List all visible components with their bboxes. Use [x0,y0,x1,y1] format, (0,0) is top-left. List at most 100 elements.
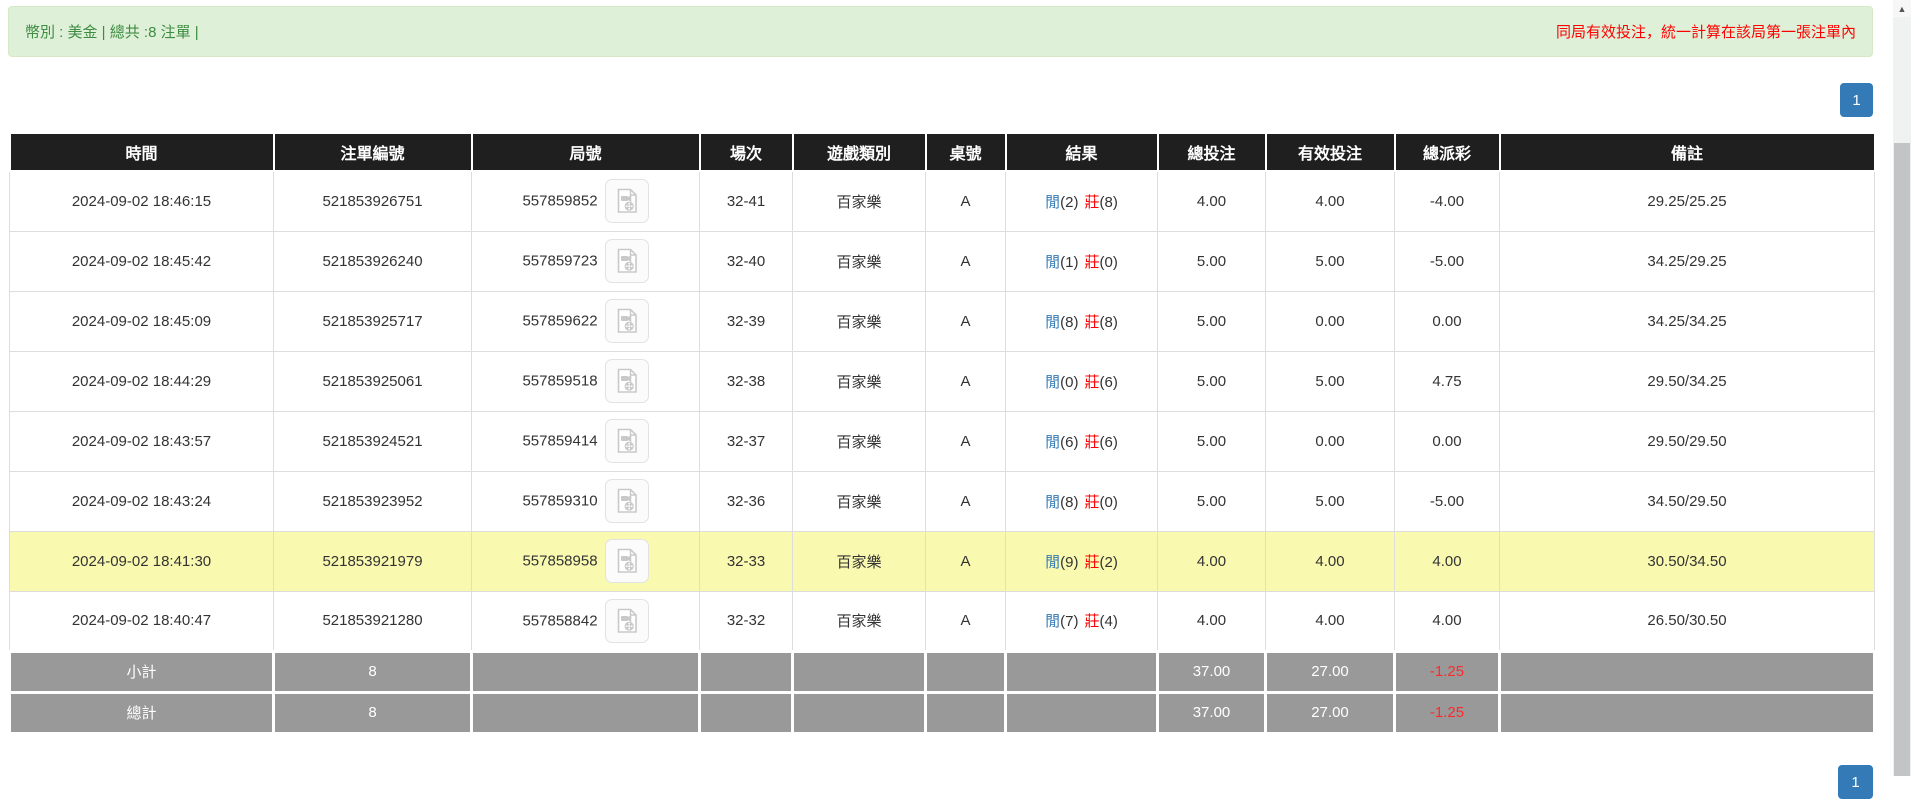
cell-result: 閒(7) 莊(4) [1005,590,1158,652]
summary-empty [924,690,1007,735]
video-icon [617,188,637,214]
cell-order-no: 521853926240 [273,230,472,292]
page-button-1[interactable]: 1 [1840,83,1873,117]
cell-order-no: 521853925717 [273,290,472,352]
summary-empty [470,690,701,735]
result-player-score: (9) [1060,553,1079,571]
video-button[interactable] [604,239,649,283]
result-player-label: 閒 [1045,613,1061,630]
cell-round-no: 557858842 [471,590,700,652]
cell-table-no: A [925,590,1006,652]
cell-session: 32-41 [699,170,793,232]
column-header-round-no: 局號 [470,134,701,172]
result-banker-label: 莊 [1084,493,1100,511]
cell-remark: 34.25/29.25 [1499,230,1875,292]
pagination-top: 1 [8,83,1873,117]
summary-row-subtotal: 小計 8 37.00 27.00 -1.25 [8,649,1876,694]
video-button[interactable] [604,419,649,463]
cell-total-bet-link[interactable]: 4.00 [1157,530,1266,592]
cell-game-type: 百家樂 [792,530,926,592]
scroll-up-arrow-icon[interactable]: ▲ [1893,0,1911,17]
result-banker-score: (2) [1099,553,1118,571]
cell-total-bet-link[interactable]: 5.00 [1157,470,1266,532]
result-player-score: (0) [1060,373,1079,391]
cell-order-no: 521853926751 [273,170,472,232]
page-button-1-bottom[interactable]: 1 [1838,765,1873,799]
cell-session: 32-37 [699,410,793,472]
summary-count: 8 [272,690,473,735]
video-button[interactable] [604,299,649,343]
result-player-label: 閒 [1045,373,1061,391]
cell-order-no: 521853925061 [273,350,472,412]
cell-total-bet-link[interactable]: 5.00 [1157,290,1266,352]
result-player-label: 閒 [1045,493,1061,511]
summary-label: 小計 [8,649,275,694]
cell-remark: 29.25/25.25 [1499,170,1875,232]
cell-table-no: A [925,230,1006,292]
cell-time: 2024-09-02 18:40:47 [9,590,274,652]
video-button[interactable] [604,598,649,643]
cell-time: 2024-09-02 18:45:09 [9,290,274,352]
result-player-score: (8) [1060,313,1079,331]
column-header-total-bet: 總投注 [1156,134,1267,172]
cell-game-type: 百家樂 [792,410,926,472]
cell-payout: 4.00 [1394,530,1500,592]
cell-time: 2024-09-02 18:41:30 [9,530,274,592]
video-button[interactable] [604,359,649,403]
cell-round-no: 557858958 [471,530,700,592]
round-no-value: 557858842 [522,612,598,629]
cell-remark: 34.25/34.25 [1499,290,1875,352]
round-no-value: 557858958 [522,552,598,570]
summary-payout: -1.25 [1393,649,1501,694]
result-player-score: (8) [1060,493,1079,511]
cell-result: 閒(0) 莊(6) [1005,350,1158,412]
summary-empty [698,649,794,694]
cell-game-type: 百家樂 [792,290,926,352]
cell-round-no: 557859310 [471,470,700,532]
scrollbar[interactable]: ▲ [1893,0,1911,776]
result-player-score: (2) [1060,193,1079,211]
video-button[interactable] [604,479,649,523]
cell-game-type: 百家樂 [792,350,926,412]
cell-round-no: 557859622 [471,290,700,352]
cell-total-bet-link[interactable]: 5.00 [1157,410,1266,472]
table-row: 2024-09-02 18:40:47 521853921280 557858842… [9,590,1875,652]
cell-table-no: A [925,530,1006,592]
cell-result: 閒(8) 莊(8) [1005,290,1158,352]
video-button[interactable] [604,539,649,583]
cell-total-bet-link[interactable]: 5.00 [1157,230,1266,292]
cell-remark: 29.50/29.50 [1499,410,1875,472]
cell-valid-bet: 4.00 [1265,530,1395,592]
summary-empty [1004,690,1159,735]
scrollbar-thumb[interactable] [1894,143,1910,776]
table-row: 2024-09-02 18:43:24 521853923952 557859310… [9,470,1875,532]
cell-valid-bet: 0.00 [1265,410,1395,472]
column-header-payout: 總派彩 [1393,134,1501,172]
video-icon [617,368,637,393]
result-banker-label: 莊 [1084,193,1100,211]
video-icon [617,308,637,333]
cell-total-bet-link[interactable]: 4.00 [1157,170,1266,232]
summary-label: 總計 [8,690,275,735]
summary-total-bet: 37.00 [1156,649,1267,694]
cell-time: 2024-09-02 18:43:57 [9,410,274,472]
cell-total-bet-link[interactable]: 4.00 [1157,590,1266,652]
table-row: 2024-09-02 18:43:57 521853924521 557859414… [9,410,1875,472]
cell-game-type: 百家樂 [792,230,926,292]
cell-payout: -5.00 [1394,470,1500,532]
summary-empty [791,690,927,735]
cell-order-no: 521853921280 [273,590,472,652]
cell-round-no: 557859414 [471,410,700,472]
cell-order-no: 521853923952 [273,470,472,532]
summary-empty [698,690,794,735]
cell-total-bet-link[interactable]: 5.00 [1157,350,1266,412]
video-button[interactable] [604,179,649,224]
cell-payout: -4.00 [1394,170,1500,232]
cell-time: 2024-09-02 18:45:42 [9,230,274,292]
cell-payout: 0.00 [1394,410,1500,472]
result-banker-label: 莊 [1084,313,1100,331]
summary-empty [924,649,1007,694]
result-banker-score: (6) [1099,373,1118,391]
cell-remark: 26.50/30.50 [1499,590,1875,652]
video-icon [617,248,637,273]
